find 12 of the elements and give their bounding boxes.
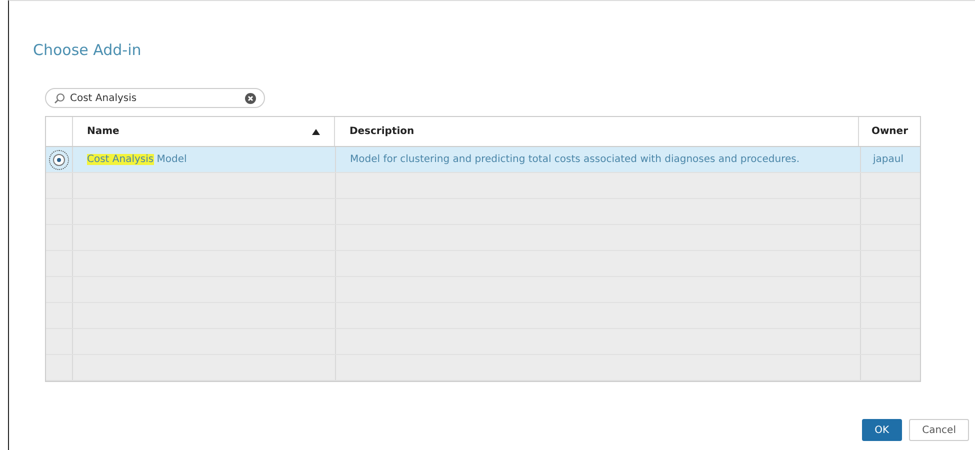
column-header[interactable]: Name [72,117,336,146]
table-cell: Model for clustering and predicting total costs associated with diagnoses and procedures. [350,154,800,165]
dialog-title: Choose Add-in [33,41,142,59]
column-header[interactable]: Description [335,117,860,146]
table-cell: Cost Analysis Model [87,154,187,165]
search-icon [54,92,65,104]
column-header[interactable]: Owner [859,117,920,146]
ok-button[interactable]: OK [862,419,902,441]
cancel-button[interactable]: Cancel [909,419,969,441]
search-field[interactable]: Cost Analysis [45,88,265,108]
clear-icon[interactable] [245,92,256,104]
table-cell: japaul [873,154,904,165]
